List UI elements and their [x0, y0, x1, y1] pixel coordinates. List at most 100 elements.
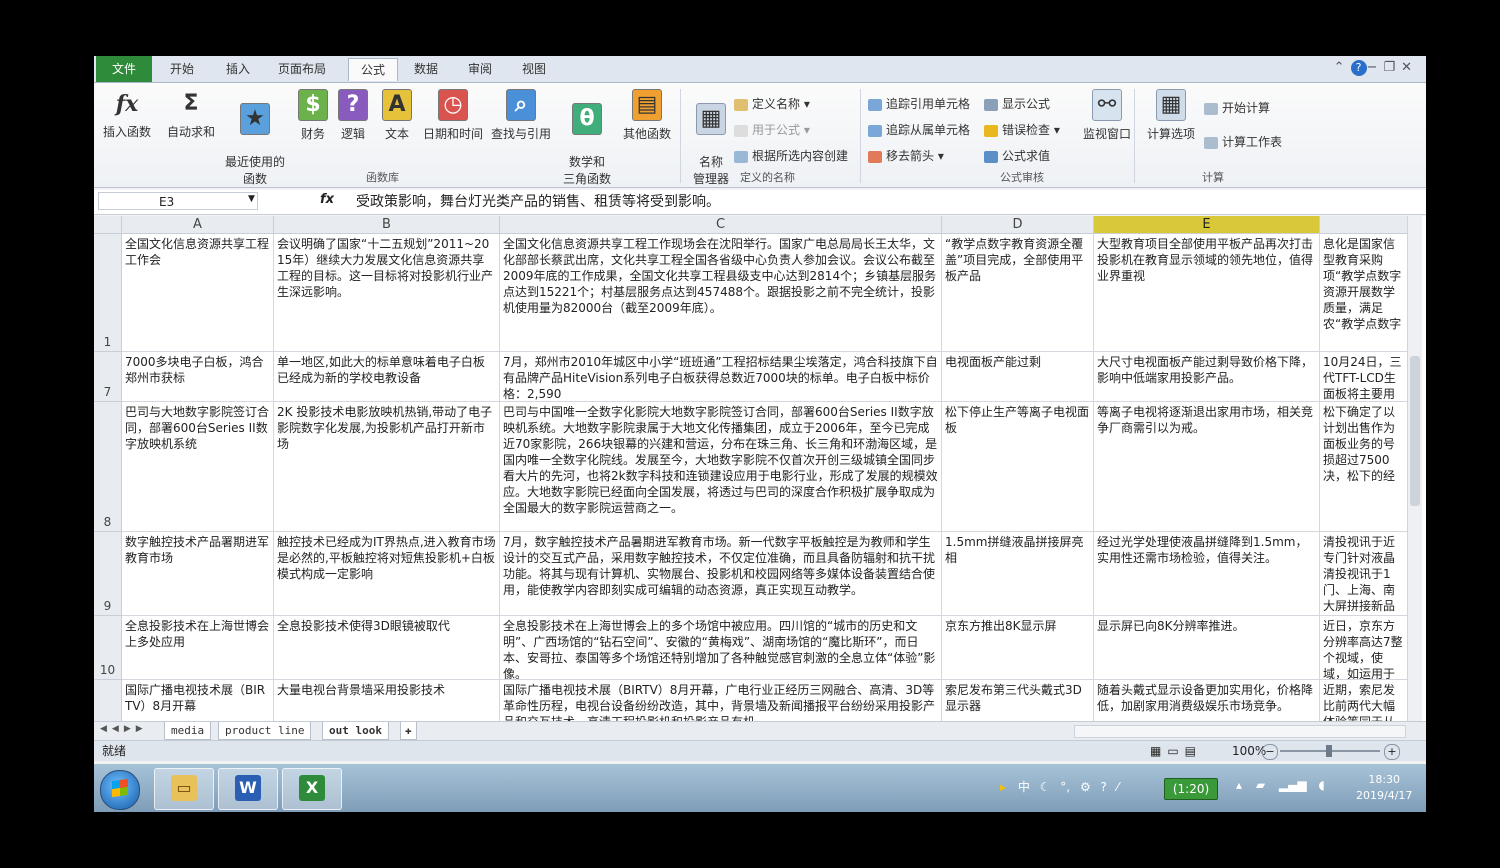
remove-arrows-button[interactable]: 移去箭头 ▾: [868, 147, 944, 164]
sheet-tab-out-look[interactable]: out look: [322, 722, 389, 740]
table-cell[interactable]: 显示屏已向8K分辨率推进。: [1094, 616, 1320, 680]
table-cell[interactable]: 7000多块电子白板，鸿合郑州市获标: [122, 352, 274, 402]
table-cell[interactable]: 等离子电视将逐渐退出家用市场，相关竞争厂商需引以为戒。: [1094, 402, 1320, 532]
column-header-c[interactable]: C: [500, 216, 942, 234]
table-cell[interactable]: 索尼发布第三代头戴式3D显示器: [942, 680, 1094, 721]
ime-indicator[interactable]: 中: [1018, 780, 1030, 794]
name-box[interactable]: E3: [98, 192, 258, 210]
use-in-formula-button[interactable]: 用于公式 ▾: [734, 121, 810, 138]
table-cell[interactable]: 全息投影技术在上海世博会上的多个场馆中被应用。四川馆的“城市的历史和文明”、广西…: [500, 616, 942, 680]
scroll-thumb[interactable]: [1410, 356, 1420, 506]
tab-view[interactable]: 视图: [510, 58, 558, 80]
network-icon[interactable]: ▰: [1256, 778, 1265, 792]
insert-sheet-icon[interactable]: ✚: [400, 722, 417, 740]
vertical-scrollbar[interactable]: [1407, 216, 1422, 721]
name-box-dropdown-icon[interactable]: ▼: [248, 194, 255, 204]
table-cell[interactable]: 大型教育项目全部使用平板产品再次打击投影机在教育显示领域的领先地位，值得业界重视: [1094, 234, 1320, 352]
table-cell[interactable]: 近期，索尼发比前两代大幅体验等同于从: [1320, 680, 1408, 721]
sheet-tab-product-line[interactable]: product line: [218, 722, 312, 740]
table-cell[interactable]: 单一地区,如此大的标单意味着电子白板已经成为新的学校电教设备: [274, 352, 500, 402]
column-header-a[interactable]: A: [122, 216, 274, 234]
define-name-button[interactable]: 定义名称 ▾: [734, 95, 810, 112]
tab-home[interactable]: 开始: [158, 58, 206, 80]
table-cell[interactable]: 全息投影技术使得3D眼镜被取代: [274, 616, 500, 680]
battery-indicator[interactable]: (1:20): [1164, 778, 1218, 800]
zoom-slider-knob[interactable]: [1326, 745, 1332, 757]
restore-icon[interactable]: ❐: [1383, 60, 1401, 75]
table-cell[interactable]: 全国文化信息资源共享工程工作现场会在沈阳举行。国家广电总局局长王太华，文化部部长…: [500, 234, 942, 352]
table-cell[interactable]: 触控技术已经成为IT界热点,进入教育市场是必然的,平板触控将对短焦投影机+白板模…: [274, 532, 500, 616]
horizontal-scrollbar[interactable]: [1074, 725, 1406, 738]
calc-options-button[interactable]: ▦ 计算选项: [1138, 89, 1204, 142]
taskbar-clock[interactable]: 18:30 2019/4/17: [1356, 772, 1412, 804]
table-cell[interactable]: 电视面板产能过剩: [942, 352, 1094, 402]
gear-icon[interactable]: ⚙: [1080, 780, 1091, 794]
tab-review[interactable]: 审阅: [456, 58, 504, 80]
sheet-nav-arrows[interactable]: ◀◀▶▶: [100, 724, 148, 734]
table-cell[interactable]: 随着头戴式显示设备更加实用化，价格降低，加剧家用消费级娱乐市场竞争。: [1094, 680, 1320, 721]
system-tray[interactable]: ▴ ▰ ▂▄▆ ◖: [1236, 778, 1325, 792]
row-header[interactable]: 1: [94, 234, 122, 352]
select-all-corner[interactable]: [94, 216, 122, 234]
create-from-selection-button[interactable]: 根据所选内容创建: [734, 147, 848, 164]
signal-icon[interactable]: ▂▄▆: [1279, 778, 1307, 792]
pen-icon[interactable]: ⁄: [1117, 780, 1119, 794]
punct-icon[interactable]: °,: [1060, 780, 1070, 794]
row-header[interactable]: 9: [94, 532, 122, 616]
math-trig-button[interactable]: θ 数学和 三角函数: [556, 89, 618, 187]
trace-precedents-button[interactable]: 追踪引用单元格: [868, 95, 970, 112]
minimize-icon[interactable]: −: [1367, 60, 1384, 75]
close-icon[interactable]: ✕: [1401, 60, 1418, 75]
volume-icon[interactable]: ◖: [1318, 778, 1324, 792]
table-cell[interactable]: 松下确定了以计划出售作为面板业务的号损超过7500决，松下的经: [1320, 402, 1408, 532]
show-hidden-icon[interactable]: ▴: [1236, 778, 1242, 792]
tab-formulas[interactable]: 公式: [348, 58, 399, 81]
start-button[interactable]: [100, 770, 140, 810]
error-checking-button[interactable]: 错误检查 ▾: [984, 121, 1060, 138]
table-cell[interactable]: 国际广播电视技术展（BIRTV）8月开幕，广电行业正经历三网融合、高清、3D等革…: [500, 680, 942, 721]
table-cell[interactable]: 经过光学处理使液晶拼缝降到1.5mm，实用性还需市场检验，值得关注。: [1094, 532, 1320, 616]
tab-data[interactable]: 数据: [402, 58, 450, 80]
table-cell[interactable]: 全国文化信息资源共享工程工作会: [122, 234, 274, 352]
table-cell[interactable]: 2K 投影技术电影放映机热销,带动了电子影院数字化发展,为投影机产品打开新市场: [274, 402, 500, 532]
table-cell[interactable]: 大尺寸电视面板产能过剩导致价格下降，影响中低端家用投影产品。: [1094, 352, 1320, 402]
more-functions-button[interactable]: ▤ 其他函数: [616, 89, 678, 142]
table-cell[interactable]: “教学点数字教育资源全覆盖”项目完成，全部使用平板产品: [942, 234, 1094, 352]
table-cell[interactable]: 京东方推出8K显示屏: [942, 616, 1094, 680]
watch-window-button[interactable]: ⚯ 监视窗口: [1074, 89, 1140, 142]
zoom-out-icon[interactable]: −: [1262, 744, 1278, 760]
insert-function-button[interactable]: fx 插入函数: [96, 89, 158, 140]
table-cell[interactable]: 全息投影技术在上海世博会上多处应用: [122, 616, 274, 680]
row-header[interactable]: 8: [94, 402, 122, 532]
table-cell[interactable]: 清投视讯于近专门针对液晶清投视讯于1门、上海、南大屏拼接新品: [1320, 532, 1408, 616]
table-cell[interactable]: 7月，数字触控技术产品暑期进军教育市场。新一代数字平板触控是为教师和学生设计的交…: [500, 532, 942, 616]
lookup-button[interactable]: ⌕ 查找与引用: [486, 89, 556, 142]
taskbar-excel[interactable]: X: [282, 768, 342, 810]
moon-icon[interactable]: ☾: [1040, 780, 1051, 794]
autosum-button[interactable]: Σ 自动求和: [160, 89, 222, 140]
show-formulas-button[interactable]: 显示公式: [984, 95, 1050, 112]
table-cell[interactable]: 近日，京东方分辨率高达7整个视域，使域，如运用于: [1320, 616, 1408, 680]
table-cell[interactable]: 数字触控技术产品署期进军教育市场: [122, 532, 274, 616]
column-header-f[interactable]: [1320, 216, 1408, 234]
table-cell[interactable]: 大量电视台背景墙采用投影技术: [274, 680, 500, 721]
tab-file[interactable]: 文件: [96, 56, 153, 82]
row-header[interactable]: 7: [94, 352, 122, 402]
column-header-d[interactable]: D: [942, 216, 1094, 234]
column-header-b[interactable]: B: [274, 216, 500, 234]
recent-functions-button[interactable]: ★ 最近使用的 函数: [220, 89, 290, 187]
tab-page-layout[interactable]: 页面布局: [266, 58, 338, 80]
table-cell[interactable]: 7月，郑州市2010年城区中小学“班班通”工程招标结果尘埃落定，鸿合科技旗下自有…: [500, 352, 942, 402]
calculate-sheet-button[interactable]: 计算工作表: [1204, 133, 1282, 150]
table-cell[interactable]: 松下停止生产等离子电视面板: [942, 402, 1094, 532]
row-header[interactable]: [94, 680, 122, 721]
evaluate-formula-button[interactable]: 公式求值: [984, 147, 1050, 164]
help-icon[interactable]: ?: [1350, 60, 1367, 76]
tray-icons[interactable]: ▸ 中 ☾ °, ⚙ ? ⁄: [1000, 778, 1119, 795]
view-buttons[interactable]: ▦▭▤: [1150, 741, 1202, 761]
help-tray-icon[interactable]: ?: [1101, 780, 1107, 794]
table-cell[interactable]: 1.5mm拼缝液晶拼接屏亮相: [942, 532, 1094, 616]
formula-input[interactable]: 受政策影响，舞台灯光类产品的销售、租赁等将受到影响。: [356, 192, 720, 212]
name-manager-button[interactable]: ▦ 名称 管理器: [680, 89, 742, 187]
column-header-e[interactable]: E: [1094, 216, 1320, 234]
